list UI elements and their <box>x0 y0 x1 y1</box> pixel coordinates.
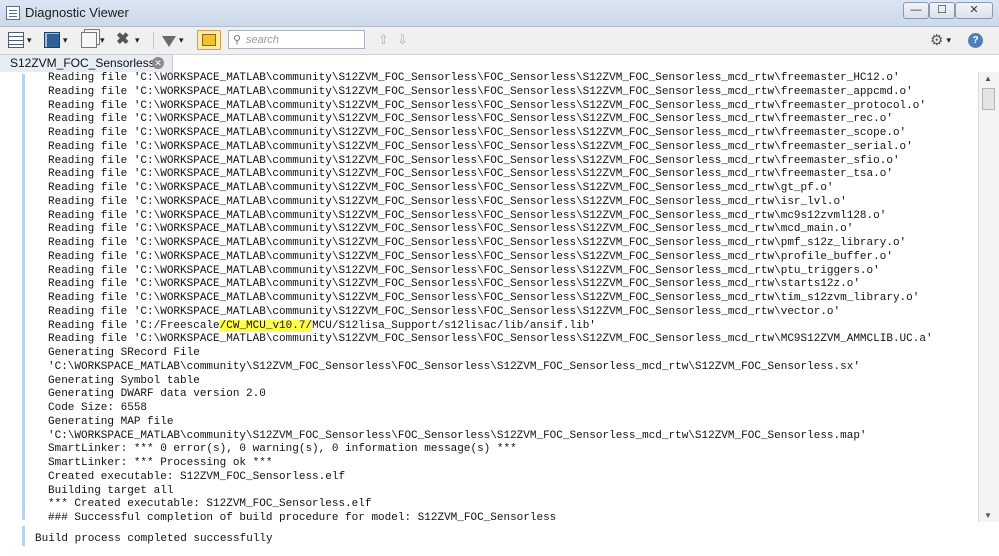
chevron-down-icon: ▾ <box>135 34 140 45</box>
search-highlight-match: /CW_MCU_v10.7/ <box>219 319 313 332</box>
log-line: Reading file 'C:\WORKSPACE_MATLAB\commun… <box>48 127 907 139</box>
log-line: Reading file 'C:\WORKSPACE_MATLAB\commun… <box>48 237 907 249</box>
log-line-suffix: MCU/S12lisa_Support/s12lisac/lib/ansif.l… <box>312 319 596 332</box>
gear-icon: ⚙ <box>930 32 944 49</box>
scroll-up-icon[interactable]: ▲ <box>984 74 992 83</box>
log-line-prefix: Reading file 'C:/Freescale <box>48 319 220 332</box>
log-line: Reading file 'C:\WORKSPACE_MATLAB\commun… <box>48 209 887 222</box>
log-line: 'C:\WORKSPACE_MATLAB\community\S12ZVM_FO… <box>48 360 860 373</box>
log-line: Reading file 'C:\WORKSPACE_MATLAB\commun… <box>48 223 854 236</box>
log-line: Reading file 'C:\WORKSPACE_MATLAB\commun… <box>48 85 913 98</box>
log-line: ### Successful completion of build proce… <box>48 512 557 522</box>
list-view-icon <box>8 32 24 48</box>
arrow-up-icon: ⇧ <box>378 32 389 47</box>
vertical-scrollbar[interactable]: ▲ ▼ <box>978 72 999 522</box>
help-icon: ? <box>968 32 983 48</box>
tab-bar: S12ZVM_FOC_Sensorless ✕ <box>0 55 999 73</box>
log-line: Reading file 'C:\WORKSPACE_MATLAB\commun… <box>48 305 841 318</box>
log-line: Reading file 'C:\WORKSPACE_MATLAB\commun… <box>48 264 880 277</box>
log-line-highlighted: Reading file 'C:/Freescale/CW_MCU_v10.7/… <box>48 319 933 334</box>
log-line: Reading file 'C:\WORKSPACE_MATLAB\commun… <box>48 168 893 181</box>
highlight-text-icon <box>202 34 216 46</box>
log-line: Code Size: 6558 <box>48 402 148 414</box>
log-line: Reading file 'C:\WORKSPACE_MATLAB\commun… <box>48 195 847 208</box>
log-line: Reading file 'C:\WORKSPACE_MATLAB\commun… <box>48 292 920 304</box>
build-status-message: Build process completed successfully <box>35 533 273 545</box>
log-line: Generating MAP file <box>48 415 174 428</box>
toolbar: ▾ ▾ ▾ ✖ ▾ ▾ ⚲ ⇧ ⇩ ⚙ ▾ ? <box>0 27 999 55</box>
log-line: SmartLinker: *** 0 error(s), 0 warning(s… <box>48 443 517 456</box>
close-tab-icon[interactable]: ✕ <box>152 57 164 69</box>
log-line: Reading file 'C:\WORKSPACE_MATLAB\commun… <box>48 140 913 153</box>
settings-button[interactable]: ⚙ ▾ <box>930 30 951 50</box>
log-line: Created executable: S12ZVM_FOC_Sensorles… <box>48 470 346 483</box>
view-mode-button[interactable]: ▾ <box>8 30 32 50</box>
funnel-filter-icon <box>162 35 176 47</box>
clear-x-icon: ✖ <box>116 31 130 48</box>
log-line: Reading file 'C:\WORKSPACE_MATLAB\commun… <box>48 250 893 263</box>
log-lines: Reading file 'C:\WORKSPACE_MATLAB\commun… <box>48 72 933 522</box>
window-title: Diagnostic Viewer <box>25 5 129 20</box>
log-line: Building target all <box>48 484 174 497</box>
help-button[interactable]: ? <box>968 30 983 50</box>
scrollbar-thumb[interactable] <box>982 88 995 110</box>
log-line: Reading file 'C:\WORKSPACE_MATLAB\commun… <box>48 333 933 346</box>
toolbar-separator <box>153 32 154 49</box>
status-indicator-bar <box>22 526 25 546</box>
log-line: Reading file 'C:\WORKSPACE_MATLAB\commun… <box>48 154 900 167</box>
chevron-down-icon: ▾ <box>179 34 184 45</box>
arrow-down-icon: ⇩ <box>397 32 408 47</box>
log-line: Reading file 'C:\WORKSPACE_MATLAB\commun… <box>48 278 860 291</box>
log-line: Generating SRecord File <box>48 347 200 359</box>
next-match-button[interactable]: ⇩ <box>397 30 408 50</box>
log-line: Reading file 'C:\WORKSPACE_MATLAB\commun… <box>48 182 834 194</box>
log-line: Reading file 'C:\WORKSPACE_MATLAB\commun… <box>48 99 926 112</box>
copy-button[interactable]: ▾ <box>81 30 105 50</box>
build-log-pane: Reading file 'C:\WORKSPACE_MATLAB\commun… <box>0 72 978 522</box>
filter-button[interactable]: ▾ <box>162 30 184 50</box>
log-line: Reading file 'C:\WORKSPACE_MATLAB\commun… <box>48 72 900 84</box>
chevron-down-icon: ▾ <box>63 34 68 45</box>
clear-button[interactable]: ✖ ▾ <box>116 30 140 50</box>
magnifier-icon: ⚲ <box>233 34 242 46</box>
chevron-down-icon: ▾ <box>100 34 105 45</box>
previous-match-button[interactable]: ⇧ <box>378 30 389 50</box>
log-line: 'C:\WORKSPACE_MATLAB\community\S12ZVM_FO… <box>48 429 867 442</box>
copy-icon <box>81 32 97 48</box>
tab-label: S12ZVM_FOC_Sensorless <box>10 56 155 70</box>
status-area: Build process completed successfully <box>0 522 999 556</box>
close-window-button[interactable]: ✕ <box>955 2 993 19</box>
diagnostic-viewer-app-icon <box>6 6 20 20</box>
log-line: *** Created executable: S12ZVM_FOC_Senso… <box>48 498 372 511</box>
scroll-down-icon[interactable]: ▼ <box>984 511 992 520</box>
search-box[interactable]: ⚲ <box>228 30 365 49</box>
tab-s12zvm-foc-sensorless[interactable]: S12ZVM_FOC_Sensorless ✕ <box>0 55 173 72</box>
highlight-toggle-button[interactable] <box>197 30 221 50</box>
log-line: SmartLinker: *** Processing ok *** <box>48 457 273 469</box>
minimize-button[interactable]: — <box>903 2 929 19</box>
maximize-button[interactable]: ☐ <box>929 2 955 19</box>
save-button[interactable]: ▾ <box>44 30 68 50</box>
log-line: Generating Symbol table <box>48 374 200 387</box>
chevron-down-icon: ▾ <box>27 34 32 45</box>
log-line: Generating DWARF data version 2.0 <box>48 388 266 401</box>
log-line: Reading file 'C:\WORKSPACE_MATLAB\commun… <box>48 113 893 126</box>
stage-indicator-bar <box>22 74 25 520</box>
title-bar: Diagnostic Viewer — ☐ ✕ <box>0 0 999 27</box>
chevron-down-icon: ▾ <box>946 34 951 45</box>
save-icon <box>44 32 60 48</box>
search-input[interactable] <box>246 32 358 47</box>
